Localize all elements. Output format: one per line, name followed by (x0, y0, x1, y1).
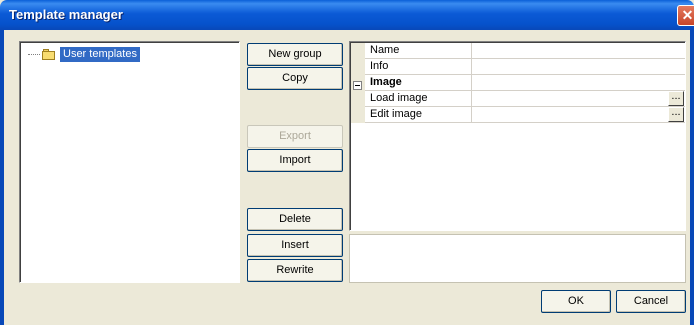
import-button[interactable]: Import (247, 149, 343, 172)
title-bar[interactable]: Template manager ✕ (0, 0, 694, 30)
window-frame-right (690, 30, 694, 325)
cancel-button[interactable]: Cancel (616, 290, 686, 313)
property-row-info[interactable]: Info (365, 59, 685, 75)
minus-icon (355, 85, 360, 86)
template-manager-window: Template manager ✕ User templates New gr… (0, 0, 694, 325)
property-name: Name (365, 43, 472, 59)
property-load-image: Load image (365, 91, 472, 107)
property-row-edit-image[interactable]: Edit image ... (365, 107, 685, 123)
collapse-image-button[interactable] (353, 81, 362, 90)
property-row-load-image[interactable]: Load image ... (365, 91, 685, 107)
ok-button[interactable]: OK (541, 290, 611, 313)
new-group-button[interactable]: New group (247, 43, 343, 66)
property-category-image[interactable]: Image (365, 75, 685, 91)
close-icon: ✕ (681, 7, 694, 23)
property-gutter (351, 43, 365, 123)
tree-connector (28, 54, 40, 55)
property-row-name[interactable]: Name (365, 43, 685, 59)
property-image: Image (365, 75, 472, 91)
window-frame-left (0, 30, 4, 325)
window-title: Template manager (9, 7, 123, 22)
close-button[interactable]: ✕ (677, 5, 694, 26)
property-info: Info (365, 59, 472, 75)
load-image-browse-button[interactable]: ... (668, 91, 684, 106)
delete-button[interactable]: Delete (247, 208, 343, 231)
copy-button[interactable]: Copy (247, 67, 343, 90)
folder-icon (42, 49, 55, 60)
property-edit-image: Edit image (365, 107, 472, 123)
property-grid[interactable]: Name Info Image Load image ... Edit imag… (349, 41, 686, 231)
export-button[interactable]: Export (247, 125, 343, 148)
rewrite-button[interactable]: Rewrite (247, 259, 343, 282)
property-description (349, 234, 686, 283)
insert-button[interactable]: Insert (247, 234, 343, 257)
template-tree[interactable]: User templates (19, 41, 240, 283)
edit-image-browse-button[interactable]: ... (668, 107, 684, 122)
tree-item-label: User templates (60, 47, 140, 62)
